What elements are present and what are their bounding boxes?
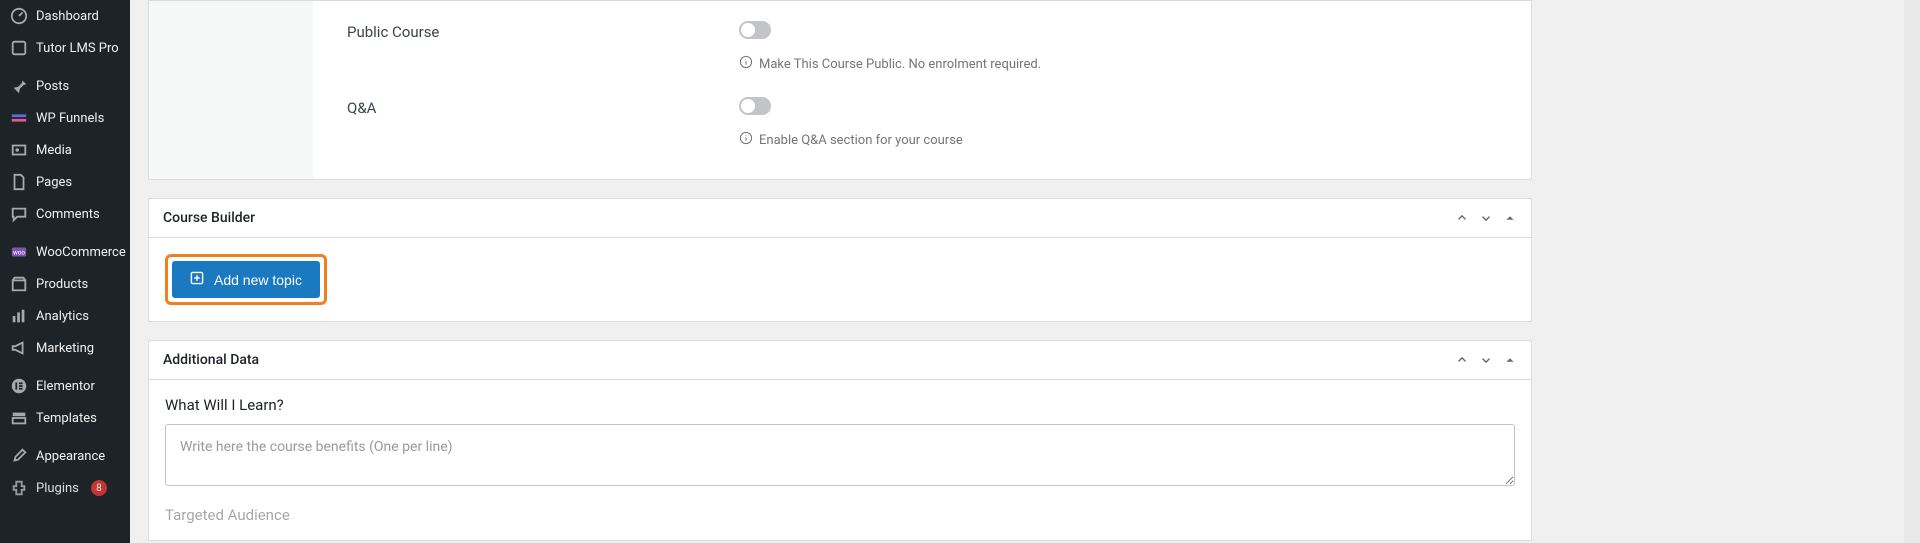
- panel-move-down[interactable]: [1477, 209, 1495, 227]
- tutor-icon: [10, 39, 28, 57]
- sidebar-item-appearance[interactable]: Appearance: [0, 440, 130, 472]
- sidebar-item-label: Products: [36, 277, 88, 292]
- panel-title: Course Builder: [163, 210, 255, 226]
- additional-data-panel: Additional Data What Will I Learn? Targe…: [148, 340, 1532, 541]
- info-icon: [739, 55, 753, 73]
- what-learn-textarea[interactable]: [165, 424, 1515, 486]
- highlight-add-topic: Add new topic: [165, 254, 327, 305]
- sidebar-item-label: Comments: [36, 207, 100, 222]
- sidebar-item-comments[interactable]: Comments: [0, 198, 130, 230]
- sidebar-item-products[interactable]: Products: [0, 268, 130, 300]
- page-icon: [10, 173, 28, 191]
- sidebar-item-label: Dashboard: [36, 9, 99, 24]
- sidebar-item-label: Pages: [36, 175, 72, 190]
- sidebar-item-label: Media: [36, 143, 72, 158]
- qa-toggle[interactable]: [739, 97, 771, 115]
- panel-title: Additional Data: [163, 352, 259, 368]
- update-badge: 8: [91, 480, 107, 496]
- setting-label: Q&A: [347, 97, 739, 117]
- settings-tabs-rail: [149, 1, 313, 179]
- panel-toggle[interactable]: [1501, 209, 1519, 227]
- analytics-icon: [10, 307, 28, 325]
- sidebar-item-label: Appearance: [36, 449, 105, 464]
- sidebar-item-plugins[interactable]: Plugins 8: [0, 472, 130, 504]
- button-label: Add new topic: [214, 272, 302, 288]
- helper-text: Enable Q&A section for your course: [739, 131, 1507, 149]
- sidebar-item-analytics[interactable]: Analytics: [0, 300, 130, 332]
- panel-toggle[interactable]: [1501, 351, 1519, 369]
- admin-sidebar: Dashboard Tutor LMS Pro Posts WP Funnels…: [0, 0, 130, 543]
- setting-row-qa: Q&A Enable Q&A section for your course: [347, 91, 1507, 159]
- funnel-icon: [10, 109, 28, 127]
- course-builder-panel: Course Builder Add new topic: [148, 198, 1532, 322]
- scrollbar[interactable]: [1904, 0, 1920, 543]
- sidebar-item-tutor[interactable]: Tutor LMS Pro: [0, 32, 130, 64]
- media-icon: [10, 141, 28, 159]
- sidebar-item-label: Elementor: [36, 379, 95, 394]
- comment-icon: [10, 205, 28, 223]
- sidebar-item-label: Templates: [36, 411, 97, 426]
- templates-icon: [10, 409, 28, 427]
- info-icon: [739, 131, 753, 149]
- panel-move-up[interactable]: [1453, 351, 1471, 369]
- products-icon: [10, 275, 28, 293]
- sidebar-item-label: WP Funnels: [36, 111, 104, 126]
- plugins-icon: [10, 479, 28, 497]
- sidebar-item-templates[interactable]: Templates: [0, 402, 130, 434]
- sidebar-item-elementor[interactable]: Elementor: [0, 370, 130, 402]
- pin-icon: [10, 77, 28, 95]
- sidebar-item-label: Tutor LMS Pro: [36, 41, 119, 56]
- elementor-icon: [10, 377, 28, 395]
- sidebar-item-marketing[interactable]: Marketing: [0, 332, 130, 364]
- sidebar-item-label: Posts: [36, 79, 69, 94]
- svg-text:woo: woo: [13, 249, 25, 257]
- panel-move-up[interactable]: [1453, 209, 1471, 227]
- helper-text: Make This Course Public. No enrolment re…: [739, 55, 1507, 73]
- sidebar-item-pages[interactable]: Pages: [0, 166, 130, 198]
- setting-row-public-course: Public Course Make This Course Public. N…: [347, 15, 1507, 91]
- woocommerce-icon: woo: [10, 243, 28, 261]
- sidebar-item-media[interactable]: Media: [0, 134, 130, 166]
- what-learn-label: What Will I Learn?: [165, 396, 1515, 414]
- add-new-topic-button[interactable]: Add new topic: [172, 261, 320, 298]
- sidebar-item-label: Plugins: [36, 481, 79, 496]
- setting-label: Public Course: [347, 21, 739, 41]
- sidebar-item-woocommerce[interactable]: woo WooCommerce: [0, 236, 130, 268]
- panel-move-down[interactable]: [1477, 351, 1495, 369]
- brush-icon: [10, 447, 28, 465]
- dashboard-icon: [10, 7, 28, 25]
- main-content: Public Course Make This Course Public. N…: [130, 0, 1550, 543]
- course-settings-panel: Public Course Make This Course Public. N…: [148, 0, 1532, 180]
- sidebar-item-posts[interactable]: Posts: [0, 70, 130, 102]
- right-gutter: [1550, 0, 1904, 543]
- public-course-toggle[interactable]: [739, 21, 771, 39]
- plus-icon: [190, 271, 204, 288]
- targeted-audience-label: Targeted Audience: [165, 506, 1515, 524]
- sidebar-item-label: Analytics: [36, 309, 89, 324]
- sidebar-item-wpfunnels[interactable]: WP Funnels: [0, 102, 130, 134]
- megaphone-icon: [10, 339, 28, 357]
- sidebar-item-label: Marketing: [36, 341, 94, 356]
- sidebar-item-label: WooCommerce: [36, 245, 126, 260]
- sidebar-item-dashboard[interactable]: Dashboard: [0, 0, 130, 32]
